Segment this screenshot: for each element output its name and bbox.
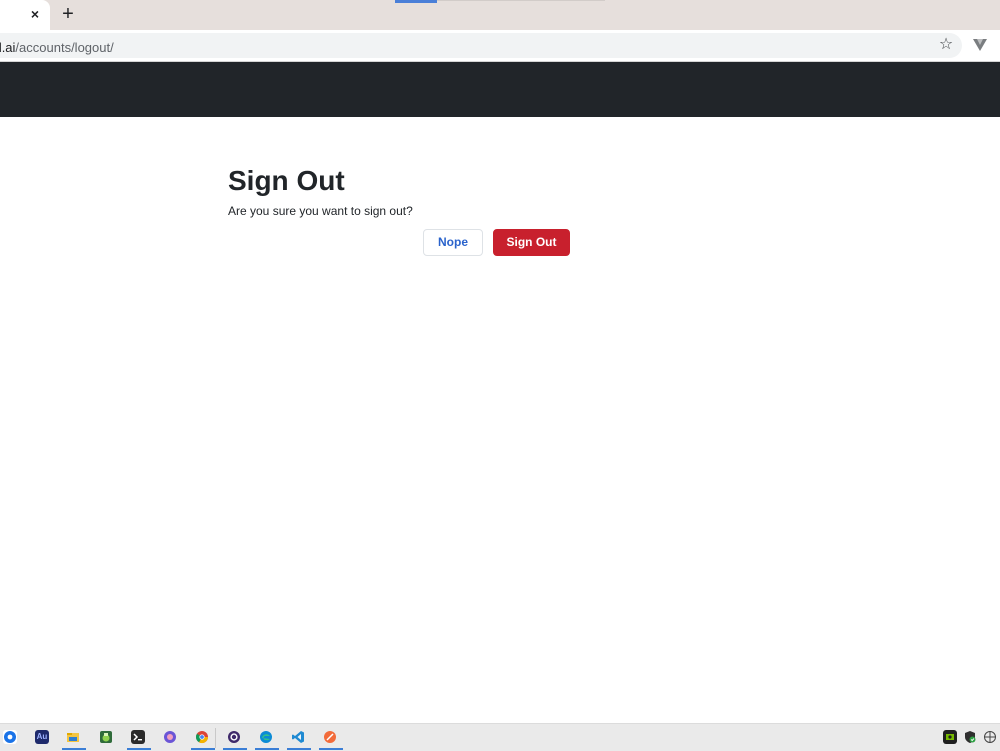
extension-icon[interactable] [971, 37, 989, 53]
site-navbar [0, 62, 1000, 117]
location-icon[interactable] [3, 730, 17, 744]
nope-button[interactable]: Nope [423, 229, 483, 256]
nvidia-icon[interactable] [943, 730, 957, 744]
edge-icon[interactable] [259, 730, 273, 744]
obs-icon[interactable] [227, 730, 241, 744]
address-bar[interactable]: nad.ai/accounts/logout/ [0, 33, 962, 58]
postman-icon[interactable] [323, 730, 337, 744]
sign-out-button[interactable]: Sign Out [493, 229, 570, 256]
taskbar-divider [215, 728, 216, 748]
android-studio-icon[interactable] [99, 730, 113, 744]
address-bar-url: nad.ai/accounts/logout/ [0, 40, 114, 56]
tab-loading-indicator [395, 0, 437, 3]
browser-toolbar: nad.ai/accounts/logout/ [0, 30, 1000, 62]
app-circle-icon[interactable] [163, 730, 177, 744]
vscode-icon[interactable] [291, 730, 305, 744]
bookmark-star-icon[interactable]: ☆ [937, 35, 955, 55]
network-icon[interactable] [983, 730, 997, 744]
terminal-icon[interactable] [131, 730, 145, 744]
url-domain: nad.ai [0, 40, 16, 55]
audition-icon[interactable]: Au [35, 730, 49, 744]
new-tab-button[interactable]: + [58, 3, 78, 25]
security-shield-icon[interactable] [963, 730, 977, 744]
browser-tab-strip: × + [0, 0, 1000, 30]
browser-tab[interactable]: × [0, 0, 50, 30]
chrome-icon[interactable] [195, 730, 209, 744]
page-title: Sign Out [228, 165, 345, 196]
url-path: /accounts/logout/ [15, 40, 114, 55]
file-explorer-icon[interactable] [66, 730, 80, 744]
taskbar: Au [0, 723, 1000, 751]
tab-strip-divider [437, 0, 605, 1]
signout-confirm-message: Are you sure you want to sign out? [228, 204, 413, 218]
close-tab-icon[interactable]: × [26, 5, 44, 23]
